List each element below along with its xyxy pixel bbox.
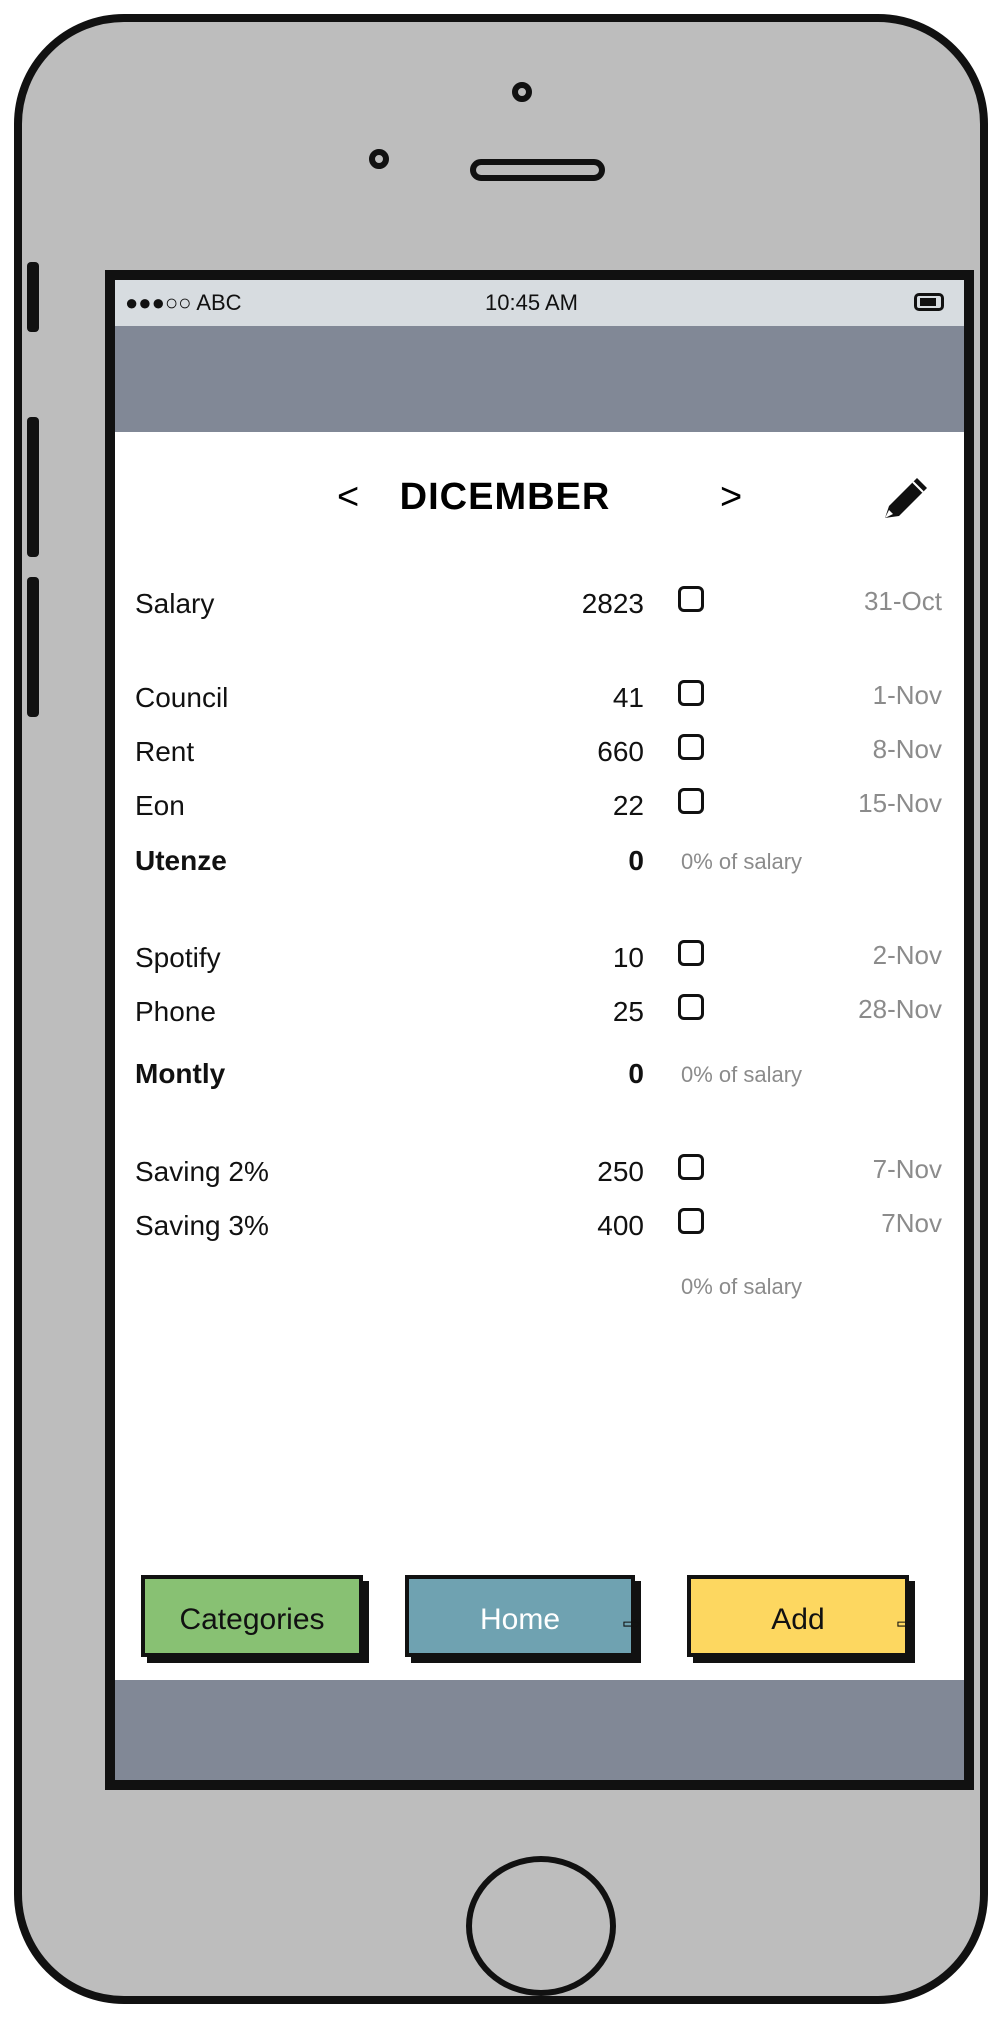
item-amount: 400 <box>597 1210 644 1241</box>
next-month-button[interactable]: > <box>720 476 742 519</box>
list-item: Rent 660 8-Nov <box>115 734 964 776</box>
salary-percent: 0% of salary <box>681 1274 803 1299</box>
bottom-bar <box>115 1680 964 1780</box>
item-label: Council <box>135 682 229 713</box>
side-button-volume-up <box>27 417 39 557</box>
categories-button[interactable]: Categories <box>141 1575 363 1657</box>
clock: 10:45 AM <box>485 290 578 315</box>
home-key[interactable] <box>466 1856 616 1996</box>
item-amount: 660 <box>597 736 644 767</box>
list-item: Eon 22 15-Nov <box>115 788 964 830</box>
add-button[interactable]: Add ⇨ <box>687 1575 915 1657</box>
paid-checkbox[interactable] <box>678 994 704 1020</box>
item-label: Rent <box>135 736 195 767</box>
paid-checkbox[interactable] <box>678 940 704 966</box>
home-button[interactable]: Home ⇨ <box>405 1575 641 1657</box>
subtotal-row: 0% of salary <box>115 1270 964 1310</box>
item-amount: 22 <box>612 790 644 821</box>
subtotal-label: Utenze <box>135 845 227 876</box>
carrier-label: ●●●○○ ABC <box>125 290 242 315</box>
phone-frame: ●●●○○ ABC 10:45 AM < DICEMBER > Salary 2… <box>14 14 988 2004</box>
item-label: Spotify <box>135 942 221 973</box>
subtotal-row: Utenze 0 0% of salary <box>115 845 964 885</box>
subtotal-amount: 0 <box>628 845 644 876</box>
list-item: Council 41 1-Nov <box>115 680 964 722</box>
month-title: DICEMBER <box>399 476 611 518</box>
item-label: Phone <box>135 996 216 1027</box>
list-item: Salary 2823 31-Oct <box>115 586 964 628</box>
item-amount: 2823 <box>581 588 644 619</box>
item-date: 7-Nov <box>872 1154 942 1184</box>
side-button-volume-down <box>27 577 39 717</box>
list-item: Phone 25 28-Nov <box>115 994 964 1036</box>
paid-checkbox[interactable] <box>678 734 704 760</box>
item-label: Saving 3% <box>135 1210 269 1241</box>
salary-percent: 0% of salary <box>681 1062 803 1087</box>
list-item: Saving 2% 250 7-Nov <box>115 1154 964 1196</box>
subtotal-label: Montly <box>135 1058 226 1089</box>
front-camera-icon <box>512 82 532 102</box>
paid-checkbox[interactable] <box>678 680 704 706</box>
item-label: Saving 2% <box>135 1156 269 1187</box>
status-bar: ●●●○○ ABC 10:45 AM <box>115 280 964 326</box>
paid-checkbox[interactable] <box>678 1208 704 1234</box>
link-arrow-icon: ⇨ <box>622 1611 641 1636</box>
item-date: 31-Oct <box>863 586 942 616</box>
item-date: 15-Nov <box>858 788 942 818</box>
subtotal-row: Montly 0 0% of salary <box>115 1058 964 1098</box>
home-button-label: Home <box>479 1603 561 1636</box>
screen: ●●●○○ ABC 10:45 AM < DICEMBER > Salary 2… <box>105 270 974 1790</box>
salary-percent: 0% of salary <box>681 849 803 874</box>
nav-bar <box>115 326 964 432</box>
battery-icon <box>914 293 944 311</box>
subtotal-amount: 0 <box>628 1058 644 1089</box>
item-amount: 10 <box>612 942 644 973</box>
item-label: Salary <box>135 588 215 619</box>
item-date: 2-Nov <box>872 940 942 970</box>
item-date: 8-Nov <box>872 734 942 764</box>
pencil-icon[interactable] <box>875 470 935 530</box>
list-item: Spotify 10 2-Nov <box>115 940 964 982</box>
paid-checkbox[interactable] <box>678 788 704 814</box>
item-label: Eon <box>135 790 185 821</box>
add-button-label: Add <box>771 1603 825 1636</box>
sensor-icon <box>369 149 389 169</box>
paid-checkbox[interactable] <box>678 1154 704 1180</box>
link-arrow-icon: ⇨ <box>896 1611 915 1636</box>
item-date: 1-Nov <box>872 680 942 710</box>
item-amount: 41 <box>612 682 644 713</box>
item-amount: 25 <box>612 996 644 1027</box>
paid-checkbox[interactable] <box>678 586 704 612</box>
item-date: 28-Nov <box>858 994 942 1024</box>
speaker-icon <box>470 159 605 181</box>
side-button-mute <box>27 262 39 332</box>
item-amount: 250 <box>597 1156 644 1187</box>
list-item: Saving 3% 400 7Nov <box>115 1208 964 1250</box>
item-date: 7Nov <box>881 1208 942 1238</box>
